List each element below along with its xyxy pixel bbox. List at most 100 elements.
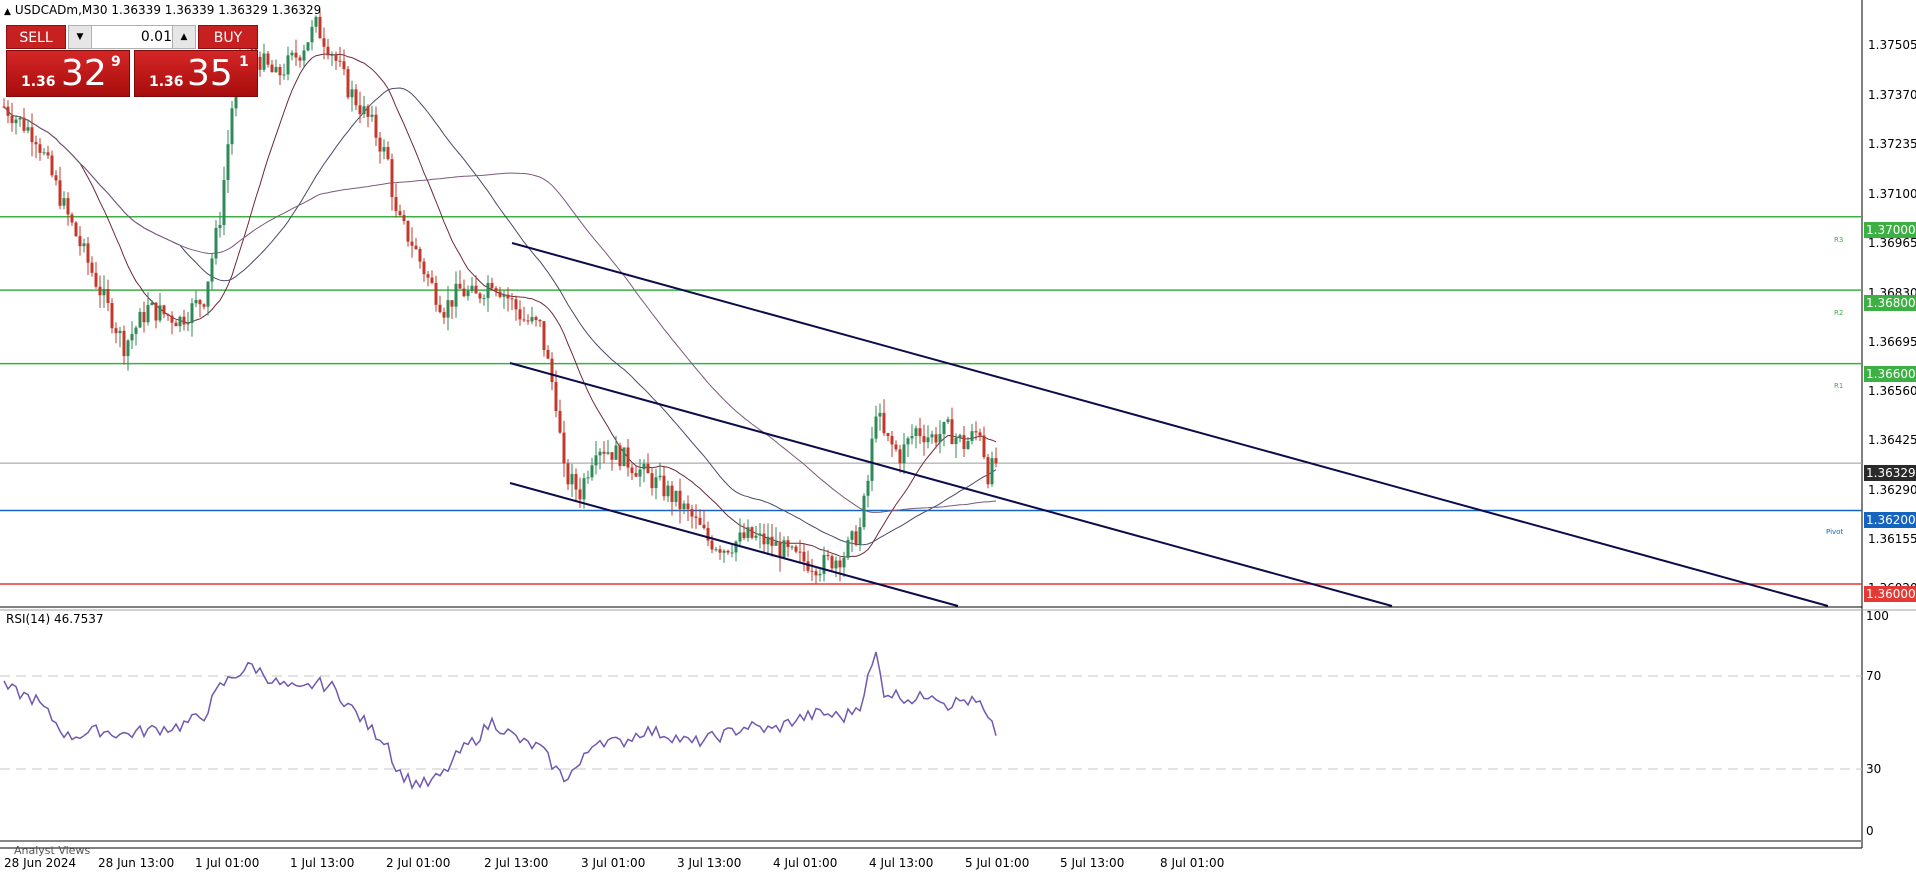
candle-body <box>578 489 582 500</box>
candle-body <box>862 495 866 528</box>
candle-body <box>206 281 210 307</box>
candle-body <box>102 289 106 296</box>
candle-body <box>842 557 846 568</box>
candle-body <box>858 527 862 545</box>
candle-body <box>894 444 898 450</box>
candle-body <box>334 54 338 61</box>
candle-body <box>314 16 318 27</box>
candle-body <box>422 261 426 275</box>
candle-body <box>386 147 390 160</box>
candle-body <box>490 283 494 289</box>
candle-body <box>166 314 170 316</box>
candle-body <box>114 328 118 334</box>
candle-body <box>462 288 466 297</box>
candle-body <box>426 274 430 278</box>
candle-body <box>730 552 734 554</box>
candle-body <box>78 236 82 247</box>
candle-body <box>658 475 662 478</box>
candle-body <box>898 449 902 464</box>
candle-body <box>634 472 638 477</box>
sell-button[interactable]: SELL <box>6 25 66 49</box>
candle-body <box>758 533 762 536</box>
candle-body <box>298 57 302 61</box>
candle-body <box>514 299 518 310</box>
level-name-r2: R2 <box>1834 309 1844 317</box>
rsi-line <box>3 651 997 790</box>
candle-body <box>718 549 722 553</box>
candle-body <box>934 434 938 443</box>
candle-body <box>194 300 198 304</box>
candle-body <box>402 215 406 221</box>
candle-body <box>826 554 830 557</box>
candle-body <box>766 536 770 545</box>
lot-size-field: ▼ ▲ <box>68 25 196 49</box>
candle-body <box>330 54 334 56</box>
channel-lower-line[interactable] <box>509 482 959 607</box>
time-tick: 1 Jul 13:00 <box>290 856 355 870</box>
candle-body <box>778 541 782 558</box>
candle-body <box>694 516 698 518</box>
chart-window[interactable]: ▲ USDCADm,M30 1.36339 1.36339 1.36329 1.3… <box>0 0 1916 874</box>
candle-body <box>882 412 886 434</box>
candle-body <box>922 436 926 443</box>
candle-body <box>554 382 558 411</box>
candle-body <box>966 440 970 450</box>
candle-body <box>946 419 950 423</box>
lot-size-input[interactable] <box>92 27 178 47</box>
level-name-r1: R1 <box>1834 382 1844 390</box>
candle-body <box>642 463 646 470</box>
candle-body <box>394 197 398 212</box>
candle-body <box>682 503 686 510</box>
candle-body <box>442 312 446 318</box>
candle-body <box>926 437 930 443</box>
candle-body <box>590 465 594 478</box>
channel-middle-line[interactable] <box>509 362 1393 607</box>
price-tick: 1.37100 <box>1868 187 1916 201</box>
candle-body <box>662 475 666 497</box>
candle-body <box>686 503 690 510</box>
level-tag-support: 1.36000 <box>1864 586 1916 602</box>
buy-button[interactable]: BUY <box>198 25 258 49</box>
candle-body <box>962 435 966 450</box>
sell-price-button[interactable]: 1.36 32 9 <box>6 50 130 97</box>
candle-body <box>42 152 46 154</box>
candle-body <box>602 451 606 454</box>
lot-increase-icon[interactable]: ▲ <box>172 26 195 48</box>
candle-body <box>938 434 942 443</box>
candle-body <box>282 74 286 76</box>
candle-body <box>734 541 738 553</box>
candle-body <box>354 89 358 106</box>
candle-body <box>58 180 62 206</box>
candle-body <box>366 106 370 117</box>
candle-body <box>822 554 826 574</box>
candle-body <box>54 175 58 181</box>
price-tick: 1.36155 <box>1868 532 1916 546</box>
chart-canvas[interactable] <box>0 0 1916 874</box>
candle-body <box>606 452 610 454</box>
candle-body <box>714 549 718 551</box>
lot-decrease-icon[interactable]: ▼ <box>69 26 92 48</box>
channel-upper-line[interactable] <box>511 242 1829 607</box>
candle-body <box>790 546 794 548</box>
level-tag-r1: 1.36600 <box>1864 366 1916 382</box>
candle-body <box>2 106 6 108</box>
collapse-arrow-icon[interactable]: ▲ <box>4 7 11 17</box>
candle-body <box>502 294 506 297</box>
level-name-pivot: Pivot <box>1826 528 1844 536</box>
candle-body <box>526 320 530 322</box>
candle-body <box>430 277 434 283</box>
candle-body <box>942 422 946 435</box>
candle-body <box>726 550 730 553</box>
candle-body <box>678 490 682 510</box>
candle-body <box>638 469 642 477</box>
buy-price-button[interactable]: 1.36 35 1 <box>134 50 258 97</box>
buy-price-prefix: 1.36 <box>149 74 184 90</box>
candle-body <box>326 46 330 56</box>
candle-body <box>630 467 634 473</box>
candle-body <box>94 272 98 287</box>
moving-averages <box>3 53 997 558</box>
candle-body <box>74 222 78 237</box>
candle-body <box>14 119 18 124</box>
price-tick: 1.36425 <box>1868 433 1916 447</box>
candle-body <box>786 540 790 548</box>
